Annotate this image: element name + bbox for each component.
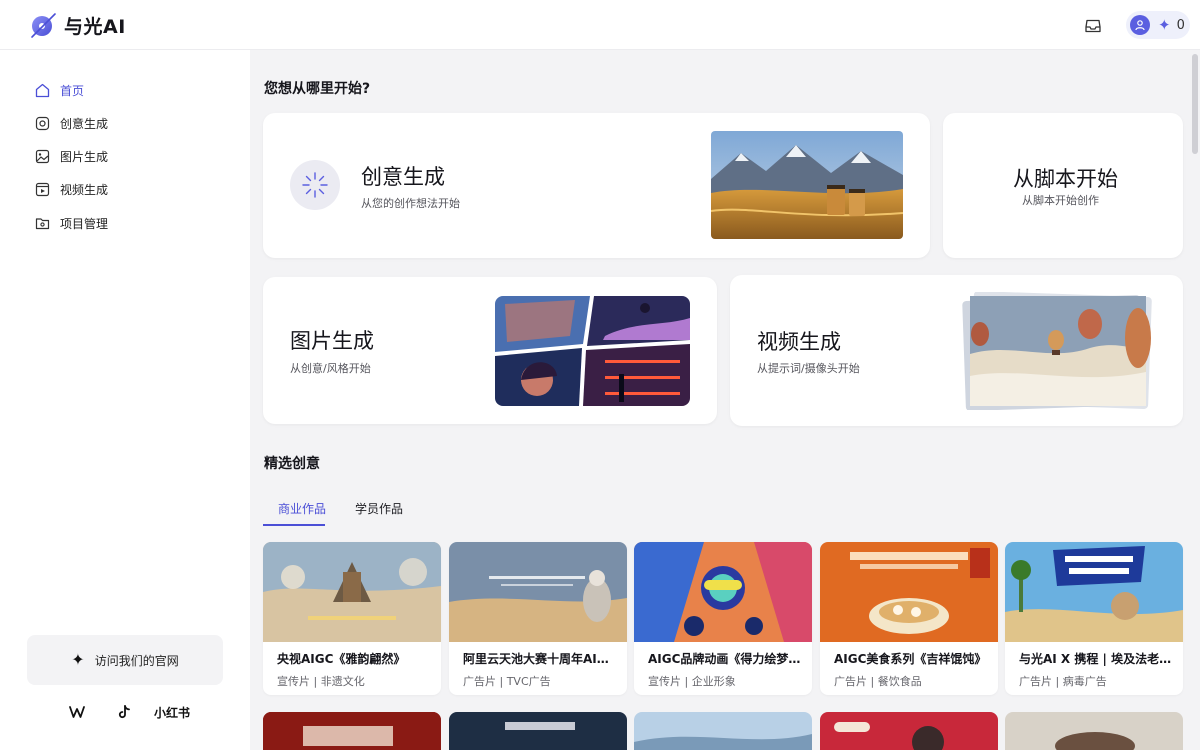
creative-card-subtitle: 从您的创作想法开始 <box>361 197 460 210</box>
gallery-card-title: AIGC品牌动画《得力绘梦之旅》 <box>648 652 802 666</box>
start-section-title: 您想从哪里开始? <box>264 81 371 97</box>
folder-icon <box>34 215 50 231</box>
sidebar: 首页 创意生成 图片生成 视频生成 项目管理 ✦ 访问我们的官网 小红书 <box>0 50 250 750</box>
gallery-card-title: 与光AI X 携程 | 埃及法老的旅行 <box>1019 652 1173 666</box>
video-stack-preview <box>960 291 1156 411</box>
creative-icon <box>34 115 50 131</box>
gallery-card[interactable]: AIGC美食系列《吉祥馄饨》 广告片 | 餐饮食品 <box>820 542 998 695</box>
image-generation-card[interactable]: 图片生成 从创意/风格开始 <box>263 277 717 424</box>
gallery-card-partial[interactable] <box>820 712 998 750</box>
xiaohongshu-label: 小红书 <box>154 705 191 720</box>
gallery-card-meta: 宣传片 | 非遗文化 <box>277 675 365 688</box>
visit-website-button[interactable]: ✦ 访问我们的官网 <box>27 635 223 685</box>
weibo-icon <box>69 706 85 718</box>
gallery-card-partial[interactable] <box>634 712 812 750</box>
logo[interactable]: 与光AI <box>28 10 126 40</box>
creative-card-title: 创意生成 <box>361 165 445 189</box>
gallery-card-partial[interactable] <box>263 712 441 750</box>
scrollbar[interactable] <box>1190 50 1200 750</box>
gallery-thumbnail <box>1005 712 1183 750</box>
video-icon <box>34 181 50 197</box>
gallery-card-title: 阿里云天池大赛十周年AIGC创意片 <box>463 652 617 666</box>
douyin-icon <box>118 705 130 719</box>
gallery-card[interactable]: 阿里云天池大赛十周年AIGC创意片 广告片 | TVC广告 <box>449 542 627 695</box>
gallery-thumbnail <box>449 542 627 642</box>
burst-icon <box>290 160 340 210</box>
gallery-card[interactable]: 与光AI X 携程 | 埃及法老的旅行 广告片 | 病毒广告 <box>1005 542 1183 695</box>
home-icon <box>34 82 50 98</box>
visit-website-label: 访问我们的官网 <box>94 653 179 668</box>
gallery-thumbnail <box>634 712 812 750</box>
image-icon <box>34 148 50 164</box>
gallery-card[interactable]: AIGC品牌动画《得力绘梦之旅》 宣传片 | 企业形象 <box>634 542 812 695</box>
creative-generation-card[interactable]: 创意生成 从您的创作想法开始 <box>263 113 930 258</box>
gallery-card-partial[interactable] <box>449 712 627 750</box>
image-collage-preview <box>495 296 690 406</box>
inbox-button[interactable] <box>1082 15 1104 37</box>
script-card-subtitle: 从脚本开始创作 <box>1022 194 1099 207</box>
scrollbar-thumb[interactable] <box>1192 54 1198 154</box>
top-bar: 与光AI ✦ 0 <box>0 0 1200 50</box>
gallery-thumbnail <box>263 712 441 750</box>
avatar[interactable] <box>1130 15 1150 35</box>
image-card-title: 图片生成 <box>290 329 374 353</box>
credits-pill[interactable]: ✦ 0 <box>1126 11 1190 39</box>
weibo-link[interactable] <box>68 702 86 722</box>
app-name: 与光AI <box>64 15 126 38</box>
video-card-subtitle: 从提示词/摄像头开始 <box>757 362 860 375</box>
active-tab-indicator <box>263 524 325 526</box>
gallery-card-meta: 宣传片 | 企业形象 <box>648 675 736 688</box>
creative-preview-image <box>711 131 903 239</box>
sidebar-item-home[interactable]: 首页 <box>34 80 84 100</box>
sidebar-item-label: 首页 <box>60 83 85 98</box>
sidebar-item-projects[interactable]: 项目管理 <box>34 213 108 233</box>
gallery-thumbnail <box>1005 542 1183 642</box>
user-icon <box>1135 20 1145 31</box>
sidebar-item-label: 项目管理 <box>60 216 109 231</box>
video-card-title: 视频生成 <box>757 330 841 354</box>
script-card-title: 从脚本开始 <box>1013 167 1118 191</box>
gallery-card[interactable]: 央视AIGC《雅韵翩然》 宣传片 | 非遗文化 <box>263 542 441 695</box>
douyin-link[interactable] <box>118 702 131 722</box>
video-generation-card[interactable]: 视频生成 从提示词/摄像头开始 <box>730 275 1183 426</box>
gallery-card-meta: 广告片 | TVC广告 <box>463 675 551 688</box>
inbox-icon <box>1085 19 1101 33</box>
sparkle-icon: ✦ <box>71 650 85 669</box>
credits-count: 0 <box>1176 17 1185 33</box>
gallery-card-title: AIGC美食系列《吉祥馄饨》 <box>834 652 987 666</box>
featured-section-title: 精选创意 <box>264 456 320 472</box>
gallery-thumbnail <box>263 542 441 642</box>
logo-mark-icon <box>28 10 58 40</box>
gallery-card-meta: 广告片 | 病毒广告 <box>1019 675 1107 688</box>
tab-commercial-works[interactable]: 商业作品 <box>278 500 326 517</box>
sidebar-item-image[interactable]: 图片生成 <box>34 146 108 166</box>
sidebar-item-creative[interactable]: 创意生成 <box>34 113 108 133</box>
gallery-thumbnail <box>449 712 627 750</box>
sidebar-item-label: 图片生成 <box>60 149 109 164</box>
image-card-subtitle: 从创意/风格开始 <box>290 362 371 375</box>
xiaohongshu-link[interactable]: 小红书 <box>154 702 190 722</box>
gallery-card-partial[interactable] <box>1005 712 1183 750</box>
gallery-thumbnail <box>634 542 812 642</box>
gallery-card-meta: 广告片 | 餐饮食品 <box>834 675 922 688</box>
script-start-card[interactable]: 从脚本开始 从脚本开始创作 <box>943 113 1183 258</box>
sidebar-item-label: 创意生成 <box>60 116 109 131</box>
gallery-thumbnail <box>820 542 998 642</box>
tab-student-works[interactable]: 学员作品 <box>355 500 403 517</box>
gallery-card-title: 央视AIGC《雅韵翩然》 <box>277 652 406 666</box>
sparkle-icon: ✦ <box>1158 15 1171 34</box>
sidebar-item-label: 视频生成 <box>60 182 109 197</box>
sidebar-item-video[interactable]: 视频生成 <box>34 179 108 199</box>
gallery-thumbnail <box>820 712 998 750</box>
